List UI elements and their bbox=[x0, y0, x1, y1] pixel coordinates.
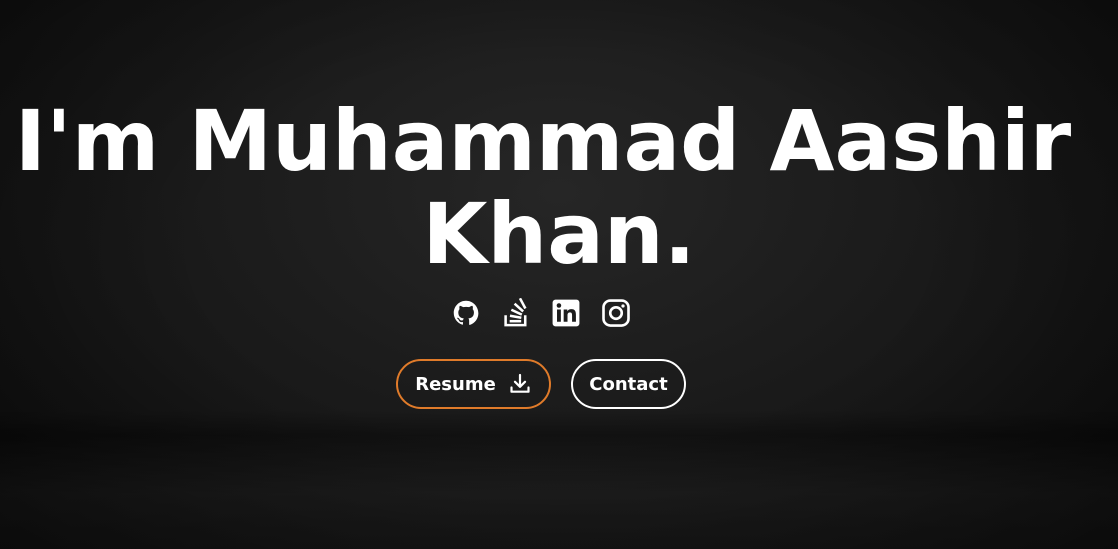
instagram-icon-graphic bbox=[602, 299, 630, 327]
hero-buttons: Resume Contact bbox=[0, 359, 1100, 409]
instagram-icon[interactable] bbox=[601, 296, 631, 330]
stackoverflow-icon-graphic bbox=[504, 298, 527, 327]
hero-title-line-2: Khan. bbox=[422, 185, 696, 283]
resume-button[interactable]: Resume bbox=[396, 359, 551, 409]
resume-button-label: Resume bbox=[415, 373, 496, 395]
contact-button[interactable]: Contact bbox=[571, 359, 686, 409]
hero-background-band bbox=[0, 410, 1118, 549]
social-links bbox=[0, 296, 1100, 330]
linkedin-icon-graphic bbox=[552, 299, 580, 327]
contact-button-label: Contact bbox=[589, 373, 668, 395]
stackoverflow-icon[interactable] bbox=[501, 296, 531, 330]
github-icon-graphic bbox=[453, 300, 479, 325]
hero-title-line-1: I'm Muhammad Aashir bbox=[14, 92, 1072, 190]
github-icon[interactable] bbox=[451, 296, 481, 330]
linkedin-icon[interactable] bbox=[551, 296, 581, 330]
download-icon bbox=[510, 373, 530, 393]
